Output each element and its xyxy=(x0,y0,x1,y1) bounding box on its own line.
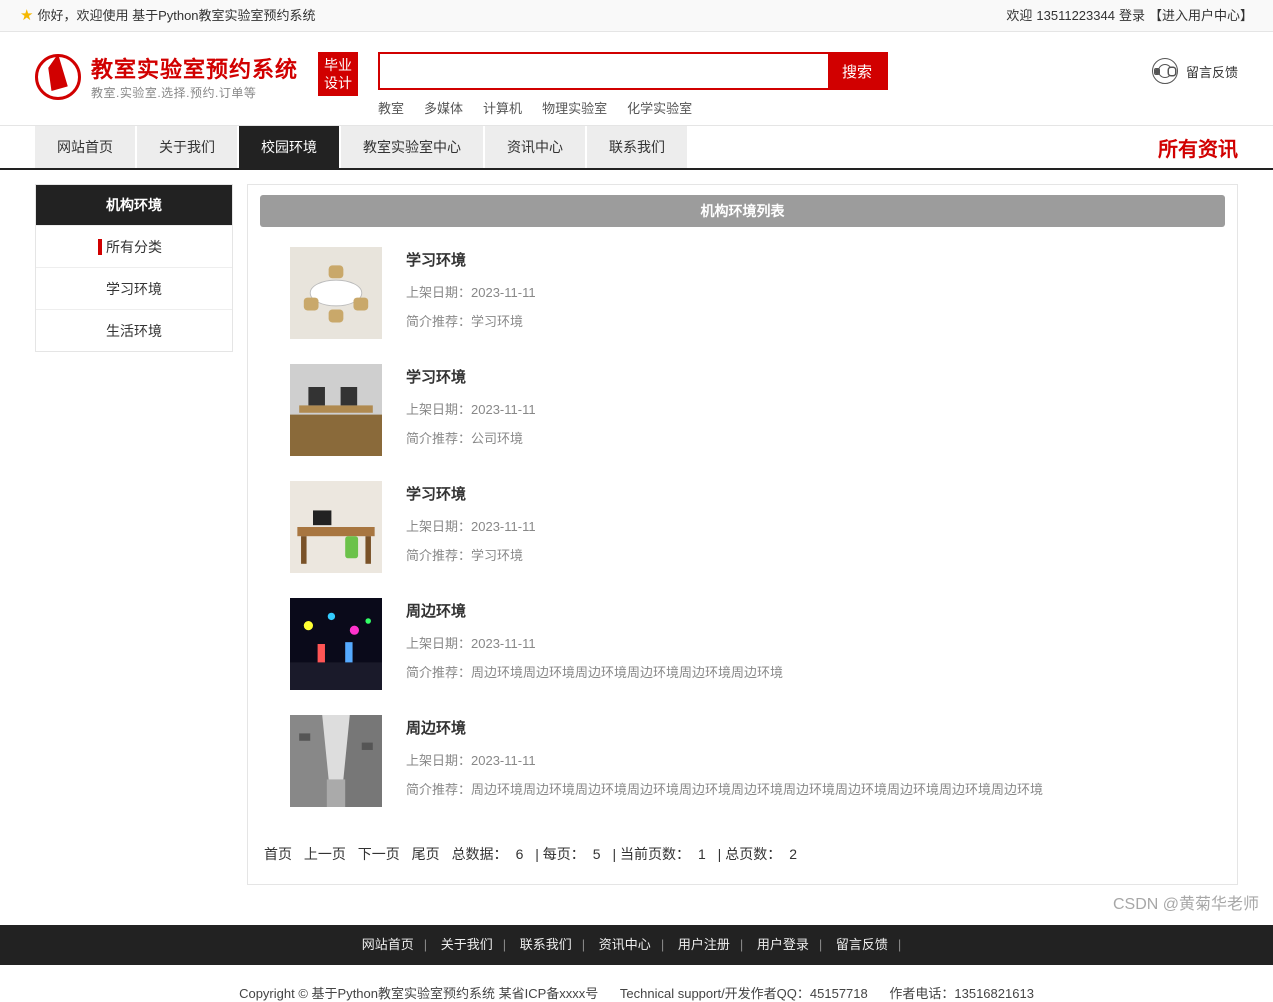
item-desc: 简介推荐：学习环境 xyxy=(406,311,536,330)
item-title[interactable]: 学习环境 xyxy=(406,366,536,387)
thumbnail xyxy=(290,247,382,339)
tag-classroom[interactable]: 教室 xyxy=(378,98,404,117)
thumbnail xyxy=(290,481,382,573)
greeting-text: 你好，欢迎使用 基于Python教室实验室预约系统 xyxy=(37,0,315,32)
list-item[interactable]: 学习环境上架日期：2023-11-11 简介推荐：学习环境 xyxy=(260,475,1225,592)
list-item[interactable]: 学习环境上架日期：2023-11-11 简介推荐：公司环境 xyxy=(260,358,1225,475)
content-title: 机构环境列表 xyxy=(260,195,1225,227)
site-subtitle: 教室.实验室.选择.预约.订单等 xyxy=(91,84,298,101)
pagination: 首页 上一页 下一页 尾页 总数据：6 | 每页：5 | 当前页数：1 | 总页… xyxy=(260,826,1225,864)
tag-multimedia[interactable]: 多媒体 xyxy=(424,98,463,117)
tag-physics[interactable]: 物理实验室 xyxy=(542,98,607,117)
star-icon: ★ xyxy=(20,0,33,32)
list-item[interactable]: 学习环境上架日期：2023-11-11 简介推荐：学习环境 xyxy=(260,241,1225,358)
sidebar-title: 机构环境 xyxy=(36,185,232,225)
item-date: 上架日期：2023-11-11 xyxy=(406,633,783,652)
nav-all-news[interactable]: 所有资讯 xyxy=(1158,126,1238,168)
list-item[interactable]: 周边环境上架日期：2023-11-11 简介推荐：周边环境周边环境周边环境周边环境… xyxy=(260,592,1225,709)
nav-campus[interactable]: 校园环境 xyxy=(239,126,339,168)
footer-feedback[interactable]: 留言反馈 xyxy=(836,937,888,952)
nav-wrap: 网站首页 关于我们 校园环境 教室实验室中心 资讯中心 联系我们 所有资讯 xyxy=(0,125,1273,170)
graduation-badge: 毕业 设计 xyxy=(318,52,358,96)
footer-nav: 网站首页| 关于我们| 联系我们| 资讯中心| 用户注册| 用户登录| 留言反馈… xyxy=(0,925,1273,965)
thumbnail xyxy=(290,598,382,690)
header: 教室实验室预约系统 教室.实验室.选择.预约.订单等 毕业 设计 搜索 教室 多… xyxy=(0,32,1273,125)
headset-icon xyxy=(1152,58,1178,84)
sidebar: 机构环境 所有分类 学习环境 生活环境 xyxy=(35,184,233,352)
search-tags: 教室 多媒体 计算机 物理实验室 化学实验室 xyxy=(378,98,888,117)
item-title[interactable]: 学习环境 xyxy=(406,483,536,504)
sidebar-item-all[interactable]: 所有分类 xyxy=(36,225,232,267)
nav-home[interactable]: 网站首页 xyxy=(35,126,135,168)
thumbnail xyxy=(290,364,382,456)
nav-news[interactable]: 资讯中心 xyxy=(485,126,585,168)
footer-register[interactable]: 用户注册 xyxy=(678,937,730,952)
item-date: 上架日期：2023-11-11 xyxy=(406,516,536,535)
nav-lab-center[interactable]: 教室实验室中心 xyxy=(341,126,483,168)
footer-about[interactable]: 关于我们 xyxy=(441,937,493,952)
main: 机构环境 所有分类 学习环境 生活环境 机构环境列表 学习环境上架日期：2023… xyxy=(0,170,1273,925)
sidebar-item-life[interactable]: 生活环境 xyxy=(36,309,232,351)
sidebar-item-study[interactable]: 学习环境 xyxy=(36,267,232,309)
thumbnail xyxy=(290,715,382,807)
pager-next[interactable]: 下一页 xyxy=(358,846,400,862)
logo-icon xyxy=(35,54,81,100)
search-block: 搜索 教室 多媒体 计算机 物理实验室 化学实验室 xyxy=(378,52,888,117)
item-title[interactable]: 学习环境 xyxy=(406,249,536,270)
tag-chemistry[interactable]: 化学实验室 xyxy=(627,98,692,117)
topbar-left: ★ 你好，欢迎使用 基于Python教室实验室预约系统 xyxy=(20,0,316,31)
feedback-link[interactable]: 留言反馈 xyxy=(1152,52,1238,84)
tag-computer[interactable]: 计算机 xyxy=(483,98,522,117)
pager-prev[interactable]: 上一页 xyxy=(304,846,346,862)
logo-block[interactable]: 教室实验室预约系统 教室.实验室.选择.预约.订单等 xyxy=(35,52,298,101)
top-bar: ★ 你好，欢迎使用 基于Python教室实验室预约系统 欢迎 135112233… xyxy=(0,0,1273,32)
search-input[interactable] xyxy=(380,54,828,88)
pager-stats: 总数据：6 | 每页：5 | 当前页数：1 | 总页数：2 xyxy=(452,846,805,862)
item-desc: 简介推荐：学习环境 xyxy=(406,545,536,564)
item-desc: 简介推荐：周边环境周边环境周边环境周边环境周边环境周边环境周边环境周边环境周边环… xyxy=(406,779,1043,798)
welcome-prefix: 欢迎 xyxy=(1006,0,1032,32)
topbar-right: 欢迎 13511223344 登录 【进入用户中心】 xyxy=(1006,0,1253,31)
nav-about[interactable]: 关于我们 xyxy=(137,126,237,168)
content: 机构环境列表 学习环境上架日期：2023-11-11简介推荐：学习环境学习环境上… xyxy=(247,184,1238,885)
footer-login[interactable]: 用户登录 xyxy=(757,937,809,952)
nav-contact[interactable]: 联系我们 xyxy=(587,126,687,168)
item-title[interactable]: 周边环境 xyxy=(406,600,783,621)
user-center-link[interactable]: 【进入用户中心】 xyxy=(1149,0,1253,32)
item-date: 上架日期：2023-11-11 xyxy=(406,399,536,418)
item-date: 上架日期：2023-11-11 xyxy=(406,282,536,301)
site-title: 教室实验室预约系统 xyxy=(91,52,298,84)
user-phone: 13511223344 xyxy=(1036,0,1115,32)
main-nav: 网站首页 关于我们 校园环境 教室实验室中心 资讯中心 联系我们 所有资讯 xyxy=(0,126,1273,168)
footer-home[interactable]: 网站首页 xyxy=(362,937,414,952)
copyright: Copyright © 基于Python教室实验室预约系统 某省ICP备xxxx… xyxy=(0,965,1273,1002)
item-desc: 简介推荐：周边环境周边环境周边环境周边环境周边环境周边环境 xyxy=(406,662,783,681)
item-title[interactable]: 周边环境 xyxy=(406,717,1043,738)
footer-contact[interactable]: 联系我们 xyxy=(520,937,572,952)
item-date: 上架日期：2023-11-11 xyxy=(406,750,1043,769)
footer-news[interactable]: 资讯中心 xyxy=(599,937,651,952)
login-suffix: 登录 xyxy=(1119,0,1145,32)
pager-last[interactable]: 尾页 xyxy=(412,846,440,862)
list-item[interactable]: 周边环境上架日期：2023-11-11 简介推荐：周边环境周边环境周边环境周边环境… xyxy=(260,709,1225,826)
pager-first[interactable]: 首页 xyxy=(264,846,292,862)
search-button[interactable]: 搜索 xyxy=(828,54,886,88)
item-desc: 简介推荐：公司环境 xyxy=(406,428,536,447)
